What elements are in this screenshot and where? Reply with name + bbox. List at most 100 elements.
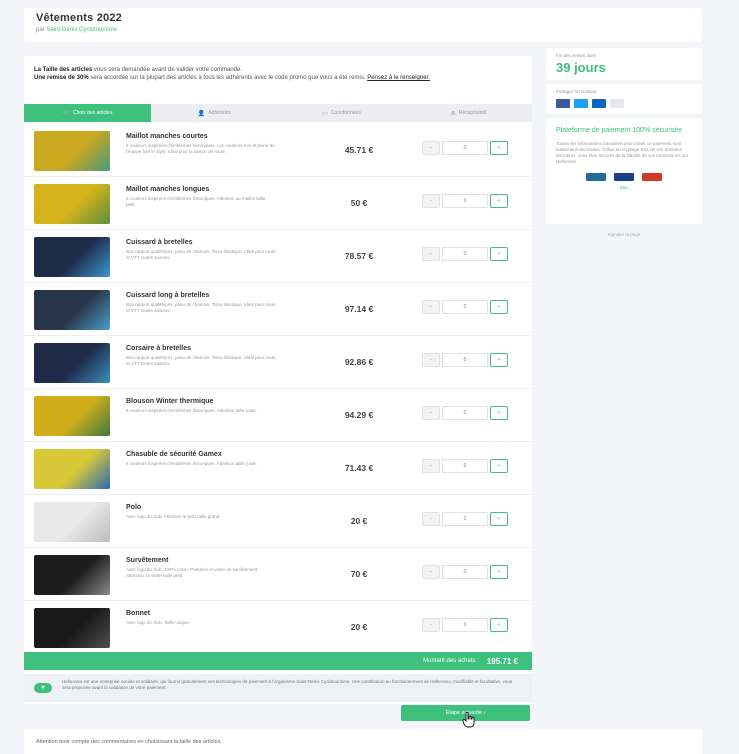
product-row: Corsaire à bretelles Bon rapport qualité/… [24, 336, 532, 389]
link-icon[interactable] [610, 99, 624, 108]
product-image [34, 449, 110, 489]
product-price: 20 € [350, 622, 368, 632]
payment-cards [556, 173, 692, 181]
product-name: Maillot manches courtes [126, 133, 208, 140]
facebook-icon[interactable] [556, 99, 570, 108]
minus-button[interactable]: − [422, 141, 440, 155]
tab-step-1[interactable]: 🛒 Choix des articles [24, 104, 151, 122]
notice-text: HelloAsso est une entreprise sociale et … [62, 679, 513, 690]
product-image [34, 343, 110, 383]
minus-button[interactable]: − [422, 512, 440, 526]
tab-label: Coordonnées [330, 110, 361, 116]
tab-step-2[interactable]: 👤 Adhérents [151, 104, 278, 122]
quantity-stepper: −0 + [422, 353, 508, 367]
share-buttons [556, 99, 692, 108]
plus-button[interactable]: + [490, 194, 508, 208]
org-link[interactable]: Saint-Denis Cyclotourisme [46, 27, 117, 33]
minus-button[interactable]: − [422, 353, 440, 367]
quantity-input[interactable]: 0 [442, 618, 488, 632]
total-label: Montant des achats : [423, 658, 479, 664]
sale-end-label: Fin des ventes dans [556, 53, 597, 58]
product-row: Survêtement Avec logo du club. 100% coton… [24, 548, 532, 601]
secure-payment-title: Plateforme de paiement 100% sécurisée [556, 127, 683, 134]
minus-button[interactable]: − [422, 618, 440, 632]
product-price: 45.71 € [344, 145, 374, 155]
page-title: Vêtements 2022 [36, 12, 122, 24]
sale-end-card: Fin des ventes dans 39 jours [546, 48, 702, 80]
quantity-input[interactable]: 0 [442, 141, 488, 155]
linkedin-icon[interactable] [592, 99, 606, 108]
cart-icon: 🛒 [62, 110, 70, 117]
product-row: Cuissard long à bretelles Bon rapport qua… [24, 283, 532, 336]
intro-text: La Taille des articles vous sera demandé… [24, 56, 532, 102]
report-page-link[interactable]: Signaler la page [546, 232, 702, 237]
product-price: 92.86 € [344, 357, 374, 367]
heart-icon: ♥ [34, 683, 52, 693]
minus-button[interactable]: − [422, 300, 440, 314]
sale-end-value: 39 jours [556, 60, 606, 75]
tab-label: Choix des articles [73, 110, 113, 116]
product-row: Maillot manches longues 6 couleurs inspir… [24, 177, 532, 230]
cb-icon [586, 173, 606, 181]
tab-step-4[interactable]: ≣ Récapitulatif [405, 104, 532, 122]
plus-button[interactable]: + [490, 300, 508, 314]
hand-cursor-icon [462, 712, 475, 728]
quantity-input[interactable]: 0 [442, 353, 488, 367]
promo-code-link[interactable]: Pensez à le renseigner. [367, 75, 430, 81]
product-price: 94.29 € [344, 410, 374, 420]
plus-button[interactable]: + [490, 247, 508, 261]
minus-button[interactable]: − [422, 459, 440, 473]
product-price: 20 € [350, 516, 368, 526]
product-description: Avec logo du club. Taille unique. [126, 620, 191, 625]
minus-button[interactable]: − [422, 565, 440, 579]
quantity-input[interactable]: 0 [442, 459, 488, 473]
plus-button[interactable]: + [490, 565, 508, 579]
product-image [34, 131, 110, 171]
intro-line-2: sera accordée sur la plupart des article… [88, 75, 368, 81]
product-price: 70 € [350, 569, 368, 579]
quantity-stepper: −0 + [422, 512, 508, 526]
plus-button[interactable]: + [490, 406, 508, 420]
intro-bold-2: Une remise de 30% [34, 75, 89, 81]
minus-button[interactable]: − [422, 247, 440, 261]
product-price: 71.43 € [344, 463, 374, 473]
quantity-stepper: −0 + [422, 618, 508, 632]
product-image [34, 555, 110, 595]
quantity-input[interactable]: 0 [442, 512, 488, 526]
tab-step-3[interactable]: ▭ Coordonnées [278, 104, 405, 122]
product-description: 6 couleurs inspirées d'emblèmes historiq… [126, 408, 257, 413]
product-image [34, 237, 110, 277]
minus-button[interactable]: − [422, 194, 440, 208]
intro-bold-1: La Taille des articles [34, 67, 93, 73]
product-image [34, 184, 110, 224]
plus-button[interactable]: + [490, 618, 508, 632]
twitter-icon[interactable] [574, 99, 588, 108]
plus-button[interactable]: + [490, 141, 508, 155]
product-row: Bonnet Avec logo du club. Taille unique. 2… [24, 601, 532, 654]
minus-button[interactable]: − [422, 406, 440, 420]
plus-button[interactable]: + [490, 459, 508, 473]
product-row: Blouson Winter thermique 6 couleurs inspi… [24, 389, 532, 442]
header-card: Vêtements 2022 par Saint-Denis Cyclotour… [24, 8, 702, 42]
user-icon: 👤 [197, 110, 206, 117]
helloasso-notice: ♥ HelloAsso est une entreprise sociale e… [24, 674, 532, 702]
quantity-input[interactable]: 0 [442, 247, 488, 261]
header-subtitle: par Saint-Denis Cyclotourisme [36, 27, 690, 33]
quantity-stepper: −0 + [422, 565, 508, 579]
quantity-input[interactable]: 0 [442, 406, 488, 420]
share-card: Partager la boutique [546, 84, 702, 114]
quantity-input[interactable]: 0 [442, 194, 488, 208]
intro-line-1: vous sera demandée avant de valider votr… [92, 67, 243, 73]
quantity-stepper: −0 + [422, 300, 508, 314]
product-description: 6 couleurs inspirées d'emblèmes historiq… [126, 461, 257, 466]
product-description: Bon rapport qualité/prix, peau de chamoi… [126, 302, 276, 313]
quantity-input[interactable]: 0 [442, 565, 488, 579]
by-prefix: par [36, 27, 47, 33]
secure-payment-text: Toutes les informations bancaires pour t… [556, 141, 689, 164]
plus-button[interactable]: + [490, 353, 508, 367]
product-row: Chasuble de sécurité Gamex 6 couleurs ins… [24, 442, 532, 495]
plus-button[interactable]: + [490, 512, 508, 526]
product-description: 6 couleurs inspirées d'emblèmes historiq… [126, 196, 266, 207]
product-name: Maillot manches longues [126, 186, 210, 193]
quantity-input[interactable]: 0 [442, 300, 488, 314]
